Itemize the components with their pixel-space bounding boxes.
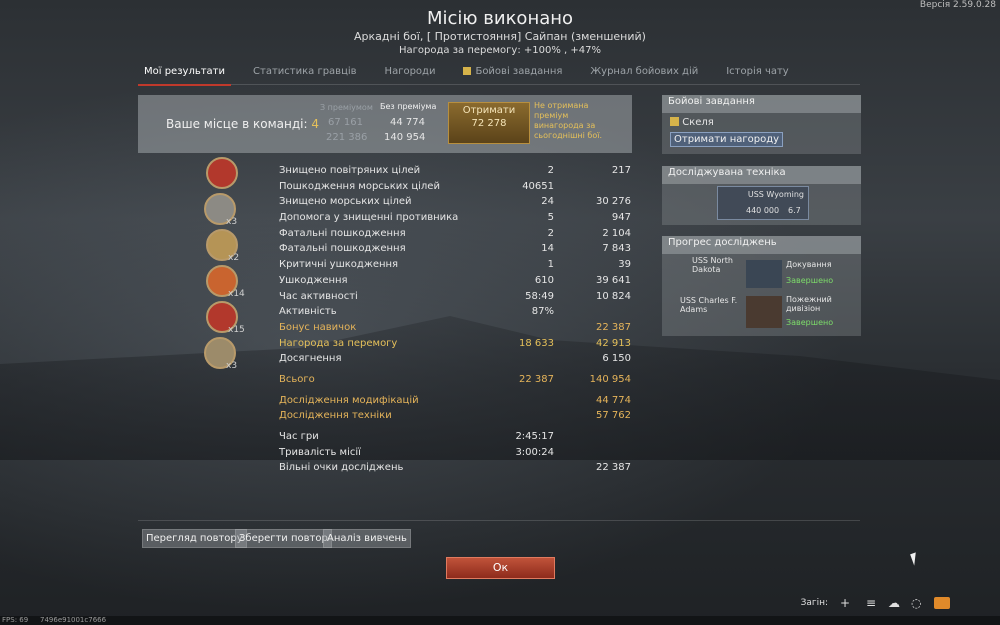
research-vehicle-panel: Досліджувана техніка USS Wyoming 440 000… [662, 166, 861, 225]
mouse-cursor-icon [910, 552, 920, 566]
friends-icon[interactable]: ☁ [888, 596, 900, 610]
progress-unlock: Докування [786, 260, 832, 269]
medal-icon[interactable]: x3 [204, 337, 237, 371]
ship-br: 6.7 [788, 206, 801, 215]
research-row: Дослідження техніки 57 762 [279, 410, 631, 422]
stat-row: Критичні ушкодження 1 39 [279, 259, 631, 271]
mission-subtitle: Аркадні бої, [ Протистояння] Сайпан (зме… [354, 30, 646, 43]
medal-icon[interactable]: x15 [206, 301, 245, 335]
battle-tasks-panel: Бойові завдання Скеля Отримати нагороду [662, 95, 861, 154]
not-received-note: Не отримана преміум винагорода за сьогод… [534, 101, 602, 140]
progress-status: Завершено [786, 276, 834, 285]
save-replay-button[interactable]: Зберегти повтор [235, 529, 332, 548]
ship-cost: 440 000 [746, 206, 780, 215]
medal-icon[interactable] [206, 157, 238, 189]
research-analysis-button[interactable]: Аналіз вивчень [323, 529, 411, 548]
premium-header: З преміумом [320, 103, 373, 112]
no-premium-sl: 140 954 [384, 132, 426, 143]
time-row: Час гри 2:45:17 [279, 431, 554, 442]
place-panel: Ваше місце в команді: 4 З преміумом Без … [138, 95, 632, 153]
battle-tasks-header: Бойові завдання [662, 95, 861, 113]
research-progress-header: Прогрес досліджень [662, 236, 861, 254]
list-icon[interactable]: ≡ [866, 596, 876, 610]
view-replay-button[interactable]: Перегляд повтору [142, 529, 247, 548]
research-progress-panel: Прогрес досліджень USS North Dakota Доку… [662, 236, 861, 336]
stat-row: Фатальні пошкодження 2 2 104 [279, 227, 631, 239]
progress-status: Завершено [786, 318, 834, 327]
stat-row: Фатальні пошкодження 14 7 843 [279, 243, 631, 255]
stat-row: Знищено морських цілей 24 30 276 [279, 196, 631, 208]
task-checkbox-icon [670, 117, 679, 126]
progress-ship: USS Charles F. Adams [680, 296, 738, 314]
stats-table: Знищено повітряних цілей 2 217 Пошкодження… [279, 165, 639, 478]
stat-row: Досягнення 6 150 [279, 353, 631, 365]
premium-sl: 221 386 [326, 132, 368, 143]
progress-item: USS Charles F. Adams Пожежний дивізіон З… [662, 294, 861, 334]
team-place: Ваше місце в команді: 4 [166, 117, 319, 131]
module-icon [746, 260, 782, 288]
progress-unlock: Пожежний дивізіон [786, 295, 832, 313]
progress-ship: USS North Dakota [692, 256, 733, 274]
medal-icon[interactable]: x2 [206, 229, 239, 263]
tab-battle-tasks-label: Бойові завдання [475, 66, 563, 77]
premium-rp: 67 161 [328, 117, 363, 128]
mail-icon[interactable] [934, 597, 950, 609]
session-code: 7496e91001c7666 [40, 616, 107, 624]
total-row: Всього 22 387 140 954 [279, 373, 631, 385]
add-squad-icon[interactable]: + [840, 596, 850, 610]
get-button-value: 72 278 [471, 118, 507, 129]
tab-battle-tasks[interactable]: Бойові завдання [457, 64, 568, 84]
stat-row: Допомога у знищенні противника 5 947 [279, 212, 631, 224]
time-row: Вільні очки досліджень 22 387 [279, 462, 631, 474]
ok-button[interactable]: Ок [446, 557, 555, 579]
stat-row: Бонус навичок 22 387 [279, 321, 631, 333]
get-button-label: Отримати [462, 105, 516, 116]
medals-column: x3 x2 x14 x15 x3 [200, 157, 250, 377]
stat-row: Знищено повітряних цілей 2 217 [279, 165, 631, 176]
stat-row: Час активності 58:49 10 824 [279, 290, 631, 302]
ship-name: USS Wyoming [747, 190, 804, 199]
tab-bar: Мої результати Статистика гравців Нагоро… [138, 64, 860, 86]
progress-item: USS North Dakota Докування Завершено [662, 254, 861, 294]
claim-reward-button[interactable]: Отримати нагороду [670, 132, 784, 147]
research-vehicle-header: Досліджувана техніка [662, 166, 861, 184]
tab-battle-log[interactable]: Журнал бойових дій [584, 64, 704, 84]
checkbox-icon [463, 67, 472, 75]
win-reward-line: Нагорода за перемогу: +100% , +47% [398, 45, 601, 56]
chat-icon[interactable]: ◌ [911, 596, 921, 610]
fps-counter: FPS: 69 [2, 616, 29, 624]
page-title: Місію виконано [426, 8, 574, 29]
divider [138, 520, 860, 521]
medal-icon[interactable]: x14 [206, 265, 245, 299]
stat-row: Активність 87% [279, 306, 554, 318]
stat-row: Пошкодження морських цілей 40651 [279, 180, 554, 192]
time-row: Тривалість місії 3:00:24 [279, 446, 554, 458]
task-name: Скеля [682, 117, 714, 128]
squad-label: Загін: [800, 598, 828, 608]
tab-rewards[interactable]: Нагороди [379, 64, 442, 84]
stat-row: Ушкодження 610 39 641 [279, 274, 631, 286]
get-premium-button[interactable]: Отримати 72 278 [448, 102, 530, 144]
team-place-label: Ваше місце в команді: [166, 117, 308, 131]
stat-row: Нагорода за перемогу 18 633 42 913 [279, 337, 631, 349]
research-row: Дослідження модифікацій 44 774 [279, 394, 631, 406]
tab-chat-history[interactable]: Історія чату [720, 64, 795, 84]
tab-my-results[interactable]: Мої результати [138, 64, 232, 86]
medal-icon[interactable]: x3 [204, 193, 237, 227]
no-premium-header: Без преміума [380, 102, 437, 111]
tab-player-stats[interactable]: Статистика гравців [247, 64, 363, 84]
no-premium-rp: 44 774 [390, 117, 425, 128]
research-ship-card[interactable]: USS Wyoming 440 000 6.7 [717, 186, 809, 220]
team-place-value: 4 [311, 117, 319, 131]
crew-icon [746, 296, 782, 328]
footer-bar: FPS: 69 7496e91001c7666 [0, 616, 1000, 625]
